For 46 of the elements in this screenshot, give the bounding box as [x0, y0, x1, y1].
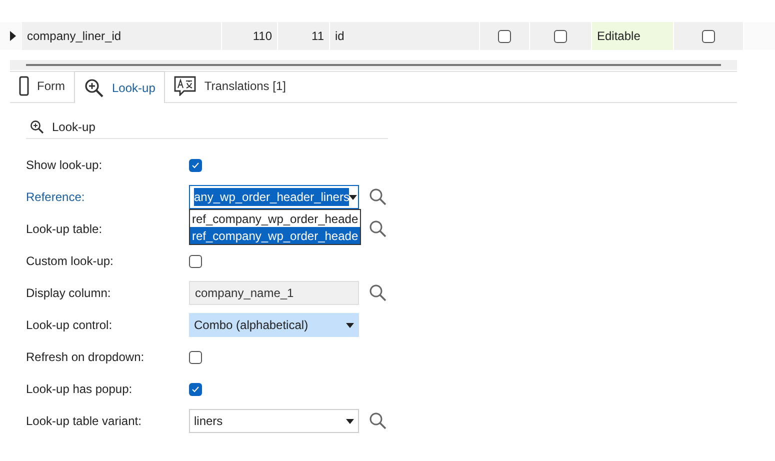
text-field[interactable]: company_name_1 — [189, 281, 359, 305]
phone-icon — [19, 76, 29, 96]
table-cell: Editable — [592, 22, 674, 50]
checkbox[interactable] — [189, 158, 202, 172]
checkbox[interactable] — [554, 30, 567, 42]
tab[interactable]: Form — [10, 70, 74, 102]
tab[interactable]: Translations [1] — [165, 70, 295, 102]
search-icon[interactable] — [369, 284, 387, 302]
section-title: Look-up — [52, 118, 96, 136]
checkbox[interactable] — [189, 382, 202, 396]
tab[interactable]: Look-up — [74, 71, 166, 103]
translate-icon — [174, 76, 196, 96]
dropdown-field[interactable]: Combo (alphabetical) — [189, 313, 359, 337]
checkbox[interactable] — [189, 350, 202, 364]
field-label: Look-up table: — [26, 221, 104, 238]
zoom-in-icon — [30, 120, 44, 134]
checkbox[interactable] — [498, 30, 511, 42]
caret-icon — [346, 418, 354, 424]
dropdown-option[interactable]: ref_company_wp_order_heade — [190, 227, 360, 244]
caret-icon — [346, 322, 354, 328]
field-label: Look-up table variant: — [26, 413, 142, 430]
dropdown-field[interactable]: any_wp_order_header_liners — [189, 185, 359, 209]
field-label: Custom look-up: — [26, 253, 114, 270]
row-pointer-icon — [10, 31, 16, 41]
field-label: Refresh on dropdown: — [26, 349, 146, 366]
field-label: Reference: — [26, 189, 86, 206]
field-label: Display column: — [26, 285, 112, 302]
search-icon[interactable] — [369, 220, 387, 238]
zoom-in-icon — [84, 78, 104, 98]
table-cell: company_liner_id — [22, 22, 222, 50]
dropdown-option[interactable]: ref_company_wp_order_heade — [190, 210, 360, 227]
dropdown-field[interactable]: liners — [189, 409, 359, 433]
checkbox[interactable] — [702, 30, 715, 42]
field-label: Show look-up: — [26, 157, 104, 174]
table-cell: id — [330, 22, 480, 50]
scrollbar[interactable] — [26, 64, 721, 66]
check-icon — [191, 160, 200, 170]
search-icon[interactable] — [369, 188, 387, 206]
search-icon[interactable] — [369, 412, 387, 430]
caret-icon — [349, 194, 358, 200]
check-icon — [191, 384, 200, 394]
table-cell: 11 — [278, 22, 330, 50]
field-label: Look-up has popup: — [26, 381, 134, 398]
field-label: Look-up control: — [26, 317, 114, 334]
checkbox[interactable] — [189, 254, 202, 268]
table-cell: 110 — [222, 22, 278, 50]
